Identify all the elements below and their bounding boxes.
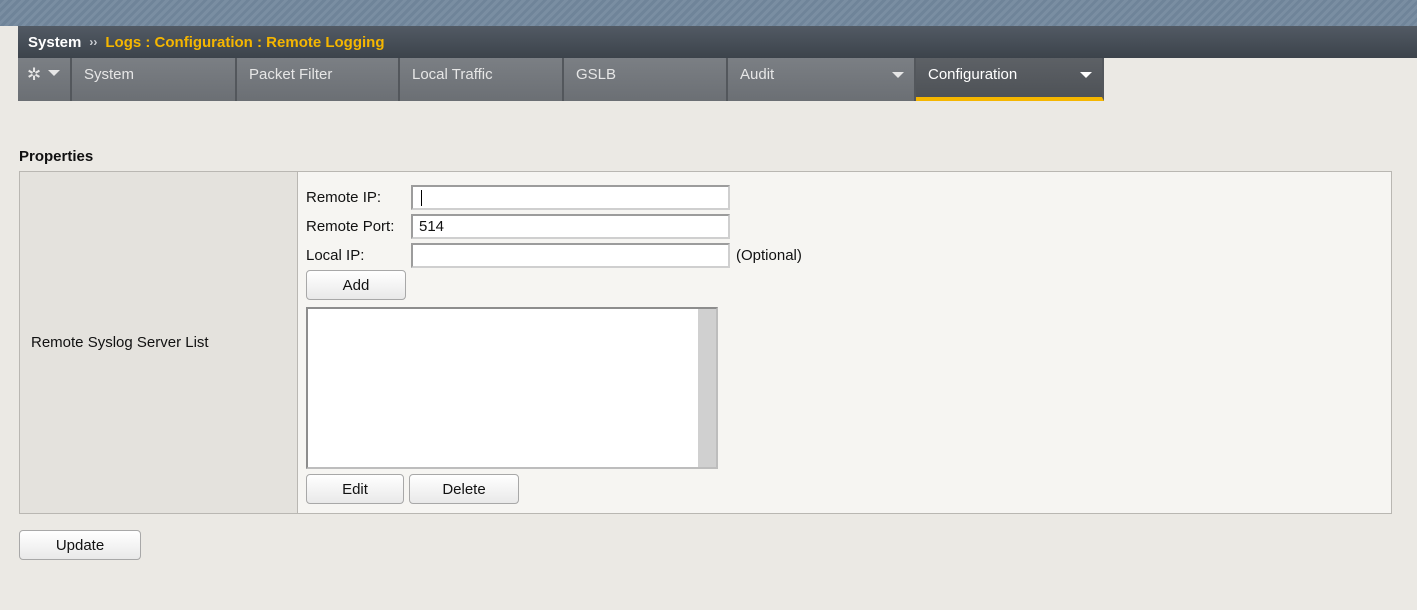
tab-gslb[interactable]: GSLB — [564, 58, 728, 101]
chevron-down-icon — [48, 70, 60, 76]
tab-configuration[interactable]: Configuration — [916, 58, 1104, 101]
tab-packet-filter[interactable]: Packet Filter — [237, 58, 400, 101]
listbox-scrollbar[interactable] — [698, 309, 716, 467]
top-banner — [0, 0, 1417, 26]
tab-label: Packet Filter — [249, 66, 333, 83]
breadcrumb-root[interactable]: System — [28, 34, 81, 51]
tab-label: Configuration — [928, 66, 1018, 83]
gear-icon: ✲ — [27, 65, 42, 84]
tab-local-traffic[interactable]: Local Traffic — [400, 58, 564, 101]
tab-label: Local Traffic — [412, 66, 493, 83]
properties-table: Remote Syslog Server List Remote IP: Rem… — [19, 171, 1392, 514]
breadcrumb: System ›› Logs : Configuration : Remote … — [18, 26, 1417, 58]
settings-menu-tab[interactable]: ✲ — [18, 58, 72, 101]
remote-ip-label: Remote IP: — [306, 189, 382, 206]
remote-syslog-panel: Remote IP: Remote Port: 514 Local IP: (O… — [298, 172, 1391, 513]
tab-audit[interactable]: Audit — [728, 58, 916, 101]
remote-port-label: Remote Port: — [306, 218, 395, 235]
delete-button[interactable]: Delete — [409, 474, 519, 504]
update-button[interactable]: Update — [19, 530, 141, 560]
remote-port-input[interactable]: 514 — [411, 214, 730, 239]
local-ip-label: Local IP: — [306, 247, 365, 264]
remote-ip-input[interactable] — [411, 185, 730, 210]
breadcrumb-separator: ›› — [89, 35, 98, 49]
server-listbox[interactable] — [306, 307, 718, 469]
row-label-text: Remote Syslog Server List — [31, 334, 209, 351]
tab-bar: ✲ System Packet Filter Local Traffic GSL… — [18, 58, 1417, 101]
tab-label: Audit — [740, 66, 775, 83]
section-title: Properties — [19, 148, 94, 165]
local-ip-input[interactable] — [411, 243, 730, 268]
optional-note: (Optional) — [736, 247, 802, 264]
chevron-down-icon — [1080, 72, 1092, 78]
text-cursor — [421, 190, 422, 207]
edit-button[interactable]: Edit — [306, 474, 404, 504]
tab-system[interactable]: System — [72, 58, 237, 101]
row-label-remote-syslog: Remote Syslog Server List — [20, 172, 298, 513]
chevron-down-icon — [892, 72, 904, 78]
add-button[interactable]: Add — [306, 270, 406, 300]
breadcrumb-path: Logs : Configuration : Remote Logging — [105, 33, 385, 51]
tab-label: GSLB — [576, 66, 617, 83]
tab-label: System — [84, 66, 135, 83]
